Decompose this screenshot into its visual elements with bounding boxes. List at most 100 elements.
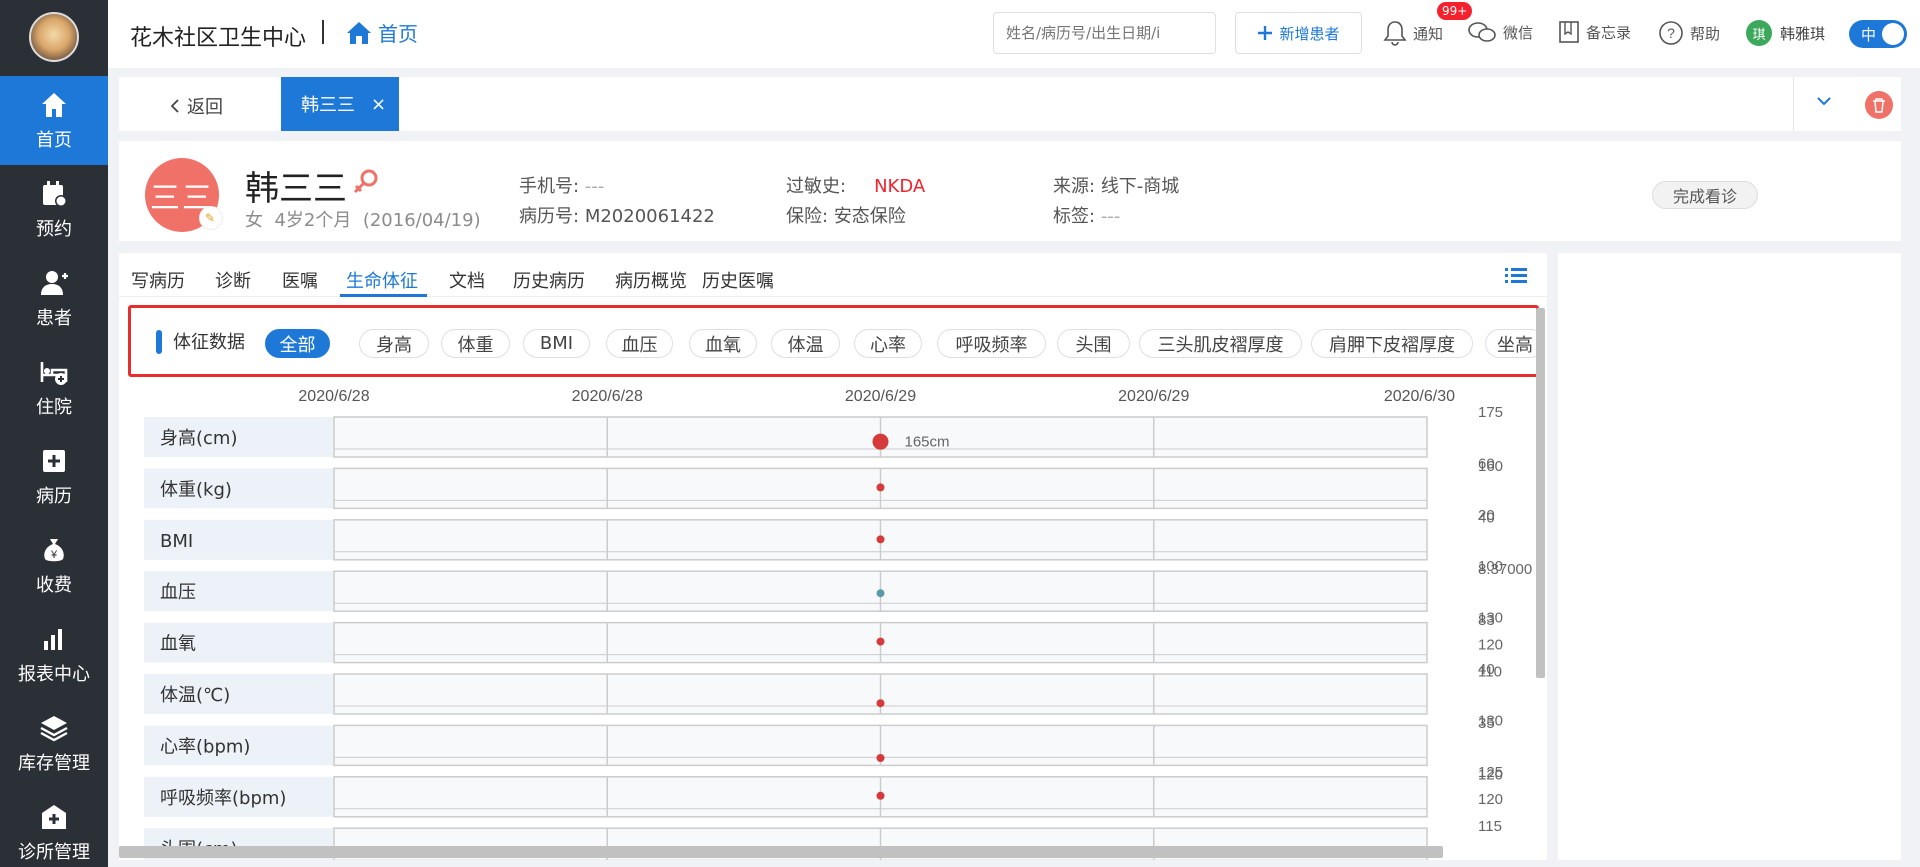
row-label: BMI	[160, 531, 193, 552]
row-label: 体重(kg)	[160, 479, 232, 500]
layers-icon	[40, 715, 68, 741]
chip-filter-5[interactable]: 血氧	[689, 329, 757, 358]
list-icon[interactable]	[1505, 267, 1527, 289]
tab-patient-label: 韩三三	[301, 95, 355, 116]
edit-icon[interactable]: ✎	[199, 206, 223, 230]
right-panel	[1558, 253, 1901, 860]
finish-visit-button[interactable]: 完成看诊	[1652, 181, 1758, 209]
clinic-name: 花木社区卫生中心	[130, 26, 307, 51]
sidebar-item-layers[interactable]: 库存管理	[0, 699, 108, 788]
chip-filter-3[interactable]: BMI	[523, 329, 590, 358]
book-icon	[1558, 20, 1580, 44]
tab-3[interactable]: 生命体征	[346, 267, 418, 293]
svg-text:?: ?	[1667, 25, 1675, 41]
data-point	[872, 433, 889, 450]
language-label: 中	[1861, 25, 1877, 44]
divider	[1793, 77, 1794, 131]
help-icon: ?	[1658, 20, 1684, 46]
sidebar-item-bar-chart[interactable]: 报表中心	[0, 610, 108, 699]
sidebar-item-calendar[interactable]: 预约	[0, 165, 108, 254]
chip-filter-7[interactable]: 心率	[854, 329, 922, 358]
wechat-icon	[1467, 20, 1497, 44]
close-icon[interactable]: ×	[371, 94, 386, 115]
sidebar-item-money-bag[interactable]: ¥ 收费	[0, 521, 108, 610]
row-label: 心率(bpm)	[160, 736, 250, 757]
data-point	[876, 754, 885, 762]
tab-6[interactable]: 病历概览	[615, 267, 687, 293]
y-tick-label: 40	[1478, 661, 1495, 678]
chip-filter-11[interactable]: 肩胛下皮褶厚度	[1311, 329, 1473, 358]
new-patient-button[interactable]: 新增患者	[1235, 12, 1362, 54]
chip-filter-0[interactable]: 全部	[265, 329, 330, 358]
chip-filter-10[interactable]: 三头肌皮褶厚度	[1139, 329, 1302, 358]
toggle-knob	[1882, 23, 1904, 45]
memo-button[interactable]: 备忘录	[1558, 20, 1631, 44]
tab-patient[interactable]: 韩三三 ×	[281, 77, 399, 131]
vertical-scrollbar[interactable]	[1536, 308, 1545, 678]
data-point	[876, 483, 885, 492]
y-tick-label: 130	[1478, 610, 1503, 627]
top-bar: 花木社区卫生中心 首页 新增患者 通知 99+ 微信 备忘录 ? 帮助 琪 韩雅…	[108, 0, 1920, 68]
row-label: 血氧	[160, 634, 196, 655]
active-tab-indicator	[340, 294, 427, 297]
trash-icon[interactable]	[1865, 91, 1893, 119]
main-tabs: 写病历 诊断 医嘱 生命体征 文档 历史病历 病历概览 历史医嘱	[119, 253, 1547, 297]
notify-badge: 99+	[1437, 2, 1473, 20]
vitals-chart: 2020/6/28 2020/6/28 2020/6/29 2020/6/29 2020…	[144, 388, 1532, 860]
wechat-label: 微信	[1503, 23, 1534, 42]
chip-filter-8[interactable]: 呼吸频率	[937, 329, 1046, 358]
wechat-button[interactable]: 微信	[1467, 20, 1533, 44]
tab-4[interactable]: 文档	[449, 267, 485, 293]
x-tick-label: 2020/6/30	[1384, 388, 1455, 405]
sidebar-item-label: 库存管理	[18, 752, 90, 774]
sidebar-item-medical-record[interactable]: 病历	[0, 432, 108, 521]
patient-name: 韩三三	[245, 169, 347, 209]
notify-button[interactable]: 通知	[1383, 20, 1443, 46]
language-toggle[interactable]: 中	[1849, 20, 1907, 48]
vital-filter-bar: 体征数据 全部 身高 体重 BMI 血压 血氧 体温 心率 呼吸频率 头围 三头肌皮褶厚度 肩胛下皮褶…	[128, 305, 1545, 377]
help-button[interactable]: ? 帮助	[1658, 20, 1720, 46]
money-bag-icon: ¥	[44, 538, 64, 561]
chip-filter-2[interactable]: 体重	[441, 329, 510, 358]
x-tick-label: 2020/6/29	[1118, 388, 1189, 405]
sidebar-item-clinic[interactable]: 诊所管理	[0, 788, 108, 867]
chevron-down-icon[interactable]	[1815, 92, 1833, 114]
sidebar-item-label: 收费	[36, 574, 72, 596]
memo-label: 备忘录	[1586, 23, 1632, 42]
chip-filter-1[interactable]: 身高	[359, 329, 429, 358]
sidebar-item-user-add[interactable]: 患者	[0, 254, 108, 343]
tab-2[interactable]: 医嘱	[282, 267, 318, 293]
notify-label: 通知	[1413, 24, 1444, 43]
patient-search-input[interactable]	[993, 12, 1216, 54]
user-menu[interactable]: 琪 韩雅琪	[1746, 20, 1825, 46]
sidebar-item-label: 患者	[36, 307, 72, 329]
user-avatar[interactable]	[29, 12, 79, 62]
tab-0[interactable]: 写病历	[131, 267, 185, 293]
data-point	[876, 637, 885, 646]
sidebar-item-bed[interactable]: 住院	[0, 343, 108, 432]
tabs-bar: 返回 韩三三 ×	[119, 77, 1901, 131]
chip-filter-6[interactable]: 体温	[771, 329, 840, 358]
tab-1[interactable]: 诊断	[215, 267, 251, 293]
chip-filter-4[interactable]: 血压	[606, 329, 673, 358]
patient-header: 三三 ✎ 韩三三 女 4岁2个月 (2016/04/19) 手机号: --- 病…	[119, 141, 1901, 241]
sidebar-item-home[interactable]: 首页	[0, 76, 108, 165]
source-field: 来源: 线下-商城	[1053, 176, 1180, 197]
data-point	[876, 535, 885, 544]
tab-7[interactable]: 历史医嘱	[702, 267, 774, 293]
sidebar-item-label: 报表中心	[18, 663, 90, 685]
y-tick-label: 125	[1478, 764, 1503, 781]
tag-field: 标签: ---	[1053, 206, 1121, 227]
row-label: 身高(cm)	[160, 428, 237, 449]
patient-age: 4岁2个月	[274, 210, 352, 231]
section-marker	[156, 330, 162, 354]
data-point	[876, 791, 885, 800]
user-avatar-small: 琪	[1746, 20, 1772, 46]
divider	[322, 20, 324, 44]
data-point	[876, 589, 885, 598]
chip-filter-9[interactable]: 头围	[1057, 329, 1130, 358]
back-button[interactable]: 返回	[169, 93, 223, 119]
tab-5[interactable]: 历史病历	[513, 267, 585, 293]
horizontal-scrollbar[interactable]	[119, 846, 1443, 858]
home-breadcrumb[interactable]: 首页	[346, 18, 418, 47]
